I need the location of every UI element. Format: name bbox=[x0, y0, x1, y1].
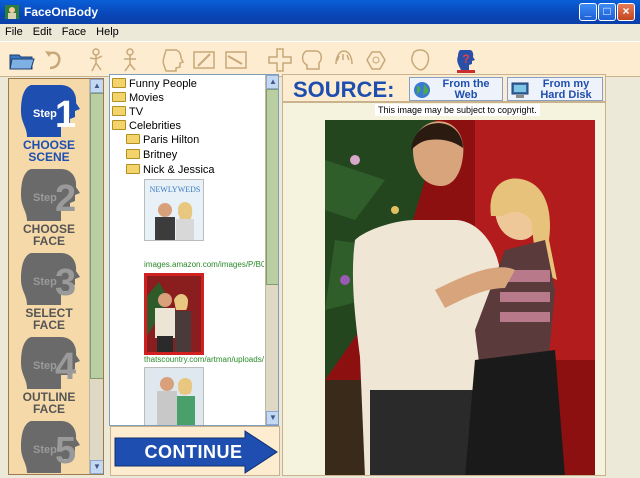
svg-text:3: 3 bbox=[55, 262, 76, 304]
help-icon[interactable]: ? bbox=[452, 46, 480, 74]
from-hard-disk-button[interactable]: From my Hard Disk bbox=[507, 77, 603, 101]
step-5[interactable]: Step 5 bbox=[11, 417, 87, 474]
svg-text:Step: Step bbox=[33, 192, 57, 204]
source-label: SOURCE: bbox=[293, 77, 395, 102]
undo-icon[interactable] bbox=[40, 46, 68, 74]
svg-text:Step: Step bbox=[33, 108, 57, 120]
folder-icon bbox=[112, 106, 126, 116]
scene-thumbnail-1-caption: images.amazon.com/images/P/B00 bbox=[144, 260, 264, 269]
continue-label: CONTINUE bbox=[144, 442, 243, 462]
step-3-label-line2: FACE bbox=[32, 318, 65, 332]
tree-scroll-thumb[interactable] bbox=[266, 89, 278, 285]
step-1-choose-scene[interactable]: Step 1 CHOOSE SCENE bbox=[11, 81, 87, 163]
step-3-select-face[interactable]: Step 3 SELECT FACE bbox=[11, 249, 87, 331]
step-4-outline-face[interactable]: Step 4 OUTLINE FACE bbox=[11, 333, 87, 415]
from-web-button[interactable]: From the Web bbox=[409, 77, 503, 101]
step-4-label-line2: FACE bbox=[32, 402, 65, 416]
edit-face-icon[interactable] bbox=[190, 46, 218, 74]
face-profile-icon[interactable] bbox=[158, 46, 186, 74]
body-pose-icon[interactable] bbox=[84, 46, 112, 74]
folder-icon bbox=[112, 78, 126, 88]
source-bar: SOURCE: From the Web From my Hard Disk bbox=[282, 74, 606, 102]
globe-icon bbox=[414, 82, 430, 98]
step-3-head-icon: Step 3 bbox=[21, 253, 80, 305]
steps-scrollbar[interactable]: ▲ ▼ bbox=[89, 79, 103, 474]
rotate-head-icon[interactable] bbox=[298, 46, 326, 74]
step-2-label-line2: FACE bbox=[32, 234, 65, 248]
minimize-button[interactable]: _ bbox=[579, 3, 597, 21]
menu-edit[interactable]: Edit bbox=[28, 24, 57, 40]
steps-scroll-down-icon[interactable]: ▼ bbox=[90, 460, 103, 474]
scene-thumbnail-3[interactable] bbox=[144, 367, 204, 425]
svg-text:Step: Step bbox=[33, 360, 57, 372]
scene-thumbnail-1[interactable]: NEWLYWEDS bbox=[144, 179, 204, 241]
title-bar: FaceOnBody _ □ × bbox=[0, 0, 640, 24]
menu-face[interactable]: Face bbox=[57, 24, 91, 40]
svg-text:Step: Step bbox=[33, 444, 57, 456]
scene-thumbnail-2-selected[interactable] bbox=[144, 273, 204, 355]
close-button[interactable]: × bbox=[617, 3, 635, 21]
svg-text:1: 1 bbox=[55, 94, 76, 136]
accessories-icon[interactable] bbox=[362, 46, 390, 74]
tree-scrollbar[interactable]: ▲ ▼ bbox=[265, 75, 278, 425]
window-title: FaceOnBody bbox=[24, 5, 99, 19]
tree-item-celebrities[interactable]: Celebrities bbox=[112, 119, 181, 133]
tree-item-nick-jessica[interactable]: Nick & Jessica bbox=[126, 163, 215, 177]
scene-thumbnail-1-image: NEWLYWEDS bbox=[145, 180, 203, 240]
step-2-head-icon: Step 2 bbox=[21, 169, 80, 221]
svg-text:?: ? bbox=[462, 52, 469, 66]
scene-thumbnail-2-caption: thatscountry.com/artman/uploads/n bbox=[144, 355, 264, 364]
step-4-head-icon: Step 4 bbox=[21, 337, 80, 389]
tree-item-funny-people[interactable]: Funny People bbox=[112, 77, 197, 91]
menu-help[interactable]: Help bbox=[91, 24, 124, 40]
image-viewer: This image may be subject to copyright. bbox=[282, 102, 606, 476]
copyright-notice: This image may be subject to copyright. bbox=[375, 104, 540, 116]
maximize-button[interactable]: □ bbox=[598, 3, 616, 21]
toolbar: ? bbox=[0, 41, 640, 77]
tree-item-movies[interactable]: Movies bbox=[112, 91, 164, 105]
svg-text:5: 5 bbox=[55, 430, 76, 472]
app-icon bbox=[5, 5, 19, 19]
svg-text:4: 4 bbox=[55, 346, 76, 388]
open-folder-icon[interactable] bbox=[8, 46, 36, 74]
tree-scroll-up-icon[interactable]: ▲ bbox=[266, 75, 278, 89]
move-cross-icon[interactable] bbox=[266, 46, 294, 74]
skew-face-icon[interactable] bbox=[222, 46, 250, 74]
continue-button[interactable]: CONTINUE bbox=[110, 426, 280, 476]
step-5-head-icon: Step 5 bbox=[21, 421, 80, 473]
svg-text:NEWLYWEDS: NEWLYWEDS bbox=[150, 185, 201, 194]
scene-thumbnail-2-image bbox=[147, 276, 201, 352]
folder-icon bbox=[126, 149, 140, 159]
steps-panel: Step 1 CHOOSE SCENE Step 2 CHOOSE FACE S… bbox=[8, 78, 104, 475]
scene-thumbnail-3-image bbox=[145, 368, 203, 425]
category-tree: Funny People Movies TV Celebrities Paris… bbox=[109, 74, 279, 426]
steps-scroll-thumb[interactable] bbox=[90, 93, 103, 379]
hair-icon[interactable] bbox=[330, 46, 358, 74]
tree-item-britney[interactable]: Britney bbox=[126, 148, 177, 162]
folder-icon bbox=[112, 120, 126, 130]
face-mask-icon[interactable] bbox=[406, 46, 434, 74]
svg-text:2: 2 bbox=[55, 178, 76, 220]
folder-icon bbox=[126, 134, 140, 144]
body-move-icon[interactable] bbox=[116, 46, 144, 74]
svg-text:Step: Step bbox=[33, 276, 57, 288]
tree-item-paris-hilton[interactable]: Paris Hilton bbox=[126, 133, 199, 147]
computer-icon bbox=[511, 82, 529, 98]
tree-scroll-down-icon[interactable]: ▼ bbox=[266, 411, 278, 425]
scene-photo[interactable] bbox=[325, 120, 595, 476]
step-1-label-line2: SCENE bbox=[28, 150, 70, 164]
folder-icon bbox=[112, 92, 126, 102]
menu-file[interactable]: File bbox=[0, 24, 28, 40]
folder-icon bbox=[126, 164, 140, 174]
tree-item-tv[interactable]: TV bbox=[112, 105, 143, 119]
steps-scroll-up-icon[interactable]: ▲ bbox=[90, 79, 103, 93]
step-2-choose-face[interactable]: Step 2 CHOOSE FACE bbox=[11, 165, 87, 247]
step-1-head-icon: Step 1 bbox=[21, 85, 80, 137]
menu-bar: File Edit Face Help bbox=[0, 24, 640, 41]
